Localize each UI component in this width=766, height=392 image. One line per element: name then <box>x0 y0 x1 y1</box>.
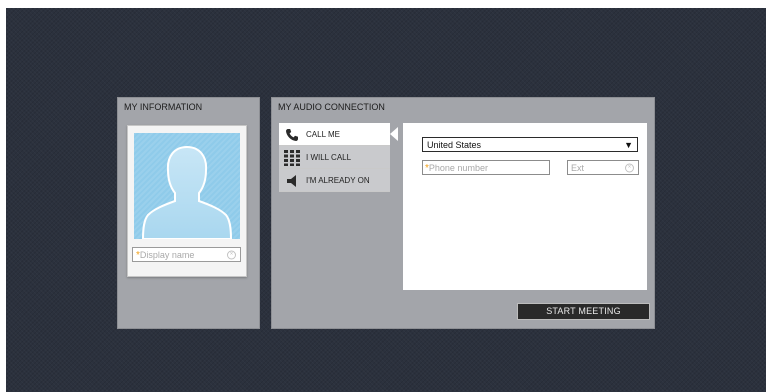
display-name-input[interactable]: *Display name × <box>132 247 241 262</box>
call-me-form: United States ▼ *Phone number Ext × <box>403 123 647 290</box>
phone-icon <box>285 128 299 142</box>
display-name-placeholder: Display name <box>139 250 195 260</box>
tab-call-me[interactable]: CALL ME <box>279 123 390 146</box>
tab-already-on[interactable]: I'M ALREADY ON <box>279 169 390 192</box>
audio-connection-title: MY AUDIO CONNECTION <box>278 102 385 112</box>
country-select[interactable]: United States ▼ <box>422 137 638 152</box>
profile-card: *Display name × <box>127 125 247 277</box>
audio-connection-panel: MY AUDIO CONNECTION CALL ME I WILL CALL … <box>271 97 655 329</box>
tab-label: CALL ME <box>306 129 340 139</box>
tab-label: I WILL CALL <box>306 152 352 162</box>
my-information-title: MY INFORMATION <box>124 102 203 112</box>
tab-label: I'M ALREADY ON <box>306 175 370 185</box>
phone-number-placeholder: Phone number <box>428 163 488 173</box>
start-meeting-button[interactable]: START MEETING <box>517 303 650 320</box>
country-value: United States <box>427 140 482 150</box>
chevron-down-icon: ▼ <box>624 140 633 150</box>
phone-number-input[interactable]: *Phone number <box>422 160 550 175</box>
avatar-placeholder-icon <box>134 133 240 239</box>
keypad-icon <box>284 150 300 166</box>
ext-placeholder: Ext <box>571 163 585 173</box>
clear-icon[interactable]: × <box>625 163 634 172</box>
my-information-panel: MY INFORMATION *Display name × <box>117 97 260 329</box>
active-tab-pointer <box>390 127 398 141</box>
audio-tabs: CALL ME I WILL CALL I'M ALREADY ON <box>279 123 390 192</box>
clear-icon[interactable]: × <box>227 250 236 259</box>
ext-input[interactable]: Ext × <box>567 160 639 175</box>
speaker-icon <box>285 174 299 188</box>
tab-i-will-call[interactable]: I WILL CALL <box>279 146 390 169</box>
